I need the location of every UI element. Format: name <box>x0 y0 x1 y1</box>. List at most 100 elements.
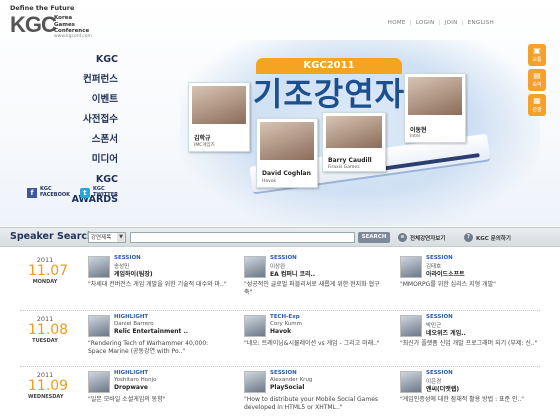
speaker-name: Daniel Barrero <box>114 321 154 327</box>
keynote-banner[interactable]: KGC2011 기조강연자 <box>250 58 408 116</box>
top-nav: HOME | LOGIN | JOIN | ENGLISH <box>388 20 494 26</box>
session-title: "최신가 플랫폼 신입 개발 프로그래머 되기 (부제: 신.." <box>400 340 538 347</box>
session-card[interactable]: HIGHLIGHT Yoshitaro Honjo Dropwave "일본 모… <box>88 369 228 420</box>
hero-section: Define the Future KGC Korea Games Confer… <box>0 0 560 226</box>
session-title: "How to distribute your Mobile Social Ga… <box>244 396 379 411</box>
avatar <box>400 371 422 393</box>
speaker-search-bar: Speaker Search 강연제목 ▼ SEARCH ≡ 전체강연자보기 ?… <box>0 227 560 247</box>
nav-separator: | <box>438 20 441 26</box>
logo-mark: KGC <box>10 12 57 37</box>
speaker-photo <box>326 116 382 149</box>
avatar <box>244 256 266 278</box>
session-tag: HIGHLIGHT <box>114 314 149 320</box>
session-tag: SESSION <box>270 370 297 376</box>
speaker-photo <box>260 122 314 161</box>
session-card[interactable]: SESSION Alexander Krug PlaySocial "How t… <box>244 369 384 420</box>
logo-url: www.kgconf.com <box>54 34 92 39</box>
session-title: "MMORPG를 위한 심리스 지형 개발" <box>400 281 496 288</box>
speaker-photo <box>192 86 246 125</box>
session-title: "성공적인 글로벌 퍼블리셔로 새롭게 위한 현지화 협구축" <box>244 281 380 296</box>
date-box: 2011 11.09 WEDNESDAY <box>28 371 69 400</box>
search-button[interactable]: SEARCH <box>358 232 390 243</box>
twitter-link[interactable]: t KGC TWITTER <box>79 186 118 198</box>
banner-title: 기조강연자 <box>252 75 406 113</box>
social-links: f KGC FACEBOOK t KGC TWITTER <box>27 186 118 198</box>
speaker-name: Yoshitaro Honjo <box>114 377 157 383</box>
session-tag: HIGHLIGHT <box>114 370 149 376</box>
menu-item-registration[interactable]: 사전접수 <box>50 110 118 130</box>
session-tag: SESSION <box>426 255 453 261</box>
logo-lines: Korea Games Conference <box>54 15 90 35</box>
twitter-icon: t <box>79 187 90 198</box>
speaker-name: Alexander Krug <box>270 377 313 383</box>
divider <box>20 310 540 311</box>
nav-home[interactable]: HOME <box>388 20 406 26</box>
car-icon: ▣ <box>533 46 541 55</box>
session-card[interactable]: SESSION 이상완 EA 컴퍼니 코리.. "성공적인 글로벌 퍼블리셔로 … <box>244 254 384 306</box>
nav-join[interactable]: JOIN <box>445 20 458 26</box>
search-field-select[interactable]: 강연제목 ▼ <box>88 232 126 243</box>
menu-item-sponsor[interactable]: 스폰서 <box>50 130 118 150</box>
search-input[interactable] <box>130 232 355 243</box>
contact-link[interactable]: ? KGC 문의하기 <box>464 233 511 242</box>
banner-tab: KGC2011 <box>256 58 402 74</box>
speaker-company: Relic Entertainment .. <box>114 328 189 335</box>
keynote-photo[interactable]: 김학규 IMC게임즈 <box>188 82 250 152</box>
avatar <box>400 256 422 278</box>
speaker-photo <box>408 77 462 116</box>
kgc-logo[interactable]: KGC Korea Games Conference www.kgconf.co… <box>10 12 130 42</box>
menu-item-kgc[interactable]: KGC <box>50 50 118 70</box>
main-menu: KGC 컨퍼런스 이벤트 사전접수 스폰서 미디어 KGC AWARDS <box>50 50 118 205</box>
speaker-company: Havok <box>270 328 292 335</box>
nav-separator: | <box>409 20 412 26</box>
keynote-photo[interactable]: David Coghlan Havok <box>256 118 318 188</box>
session-tag: SESSION <box>114 255 141 261</box>
session-title: "게임인증성에 대한 잠재적 활용 방법 : 표준 인.." <box>400 396 525 403</box>
quick-transport-button[interactable]: ▣ 교통 <box>528 44 546 66</box>
menu-item-conference[interactable]: 컨퍼런스 <box>50 70 118 90</box>
day-row: 2011 11.08 TUESDAY HIGHLIGHT Daniel Barr… <box>0 313 560 368</box>
avatar <box>88 315 110 337</box>
session-card[interactable]: SESSION 김태호 아라이드소프트 "MMORPG를 위한 심리스 지형 개… <box>400 254 540 306</box>
facebook-icon: f <box>27 187 37 198</box>
speaker-search-title: Speaker Search <box>10 231 94 242</box>
session-title: "네오: 트레이닝&시뮬레이션 vs 게임 - 그리고 미래.." <box>244 340 380 347</box>
session-card[interactable]: SESSION 송성민 게임하이(팀장) "차세대 컨버전스 게임 개발을 위한… <box>88 254 228 306</box>
avatar <box>88 256 110 278</box>
chevron-down-icon: ▼ <box>117 233 125 242</box>
session-card[interactable]: SESSION 이은경 엔씨(더맷랩) "게임인증성에 대한 잠재적 활용 방법… <box>400 369 540 420</box>
menu-item-media[interactable]: 미디어 <box>50 150 118 170</box>
quick-lodging-button[interactable]: ▤ 숙박 <box>528 69 546 91</box>
nav-login[interactable]: LOGIN <box>416 20 435 26</box>
nav-separator: | <box>461 20 464 26</box>
session-card[interactable]: SESSION 박민근 네오위즈 게임.. "최신가 플랫폼 신입 개발 프로그… <box>400 313 540 365</box>
session-title: "차세대 컨버전스 게임 개발을 위한 기술적 대수와 마.." <box>88 281 227 288</box>
session-card[interactable]: TECH-Exp Cory Kumm Havok "네오: 트레이닝&시뮬레이션… <box>244 313 384 365</box>
avatar <box>244 371 266 393</box>
quick-tour-button[interactable]: ▦ 관광 <box>528 94 546 116</box>
avatar <box>88 371 110 393</box>
session-tag: TECH-Exp <box>270 314 300 320</box>
session-title: "일본 모바일 소셜게임의 동향" <box>88 396 166 403</box>
keynote-photo[interactable]: 이동현 Intel <box>404 73 466 143</box>
keynote-photo[interactable]: Barry Caudill Firaxis Games <box>322 112 386 172</box>
nav-english[interactable]: ENGLISH <box>468 20 494 26</box>
menu-item-event[interactable]: 이벤트 <box>50 90 118 110</box>
session-tag: SESSION <box>426 370 453 376</box>
speaker-company: PlaySocial <box>270 384 305 391</box>
day-row: 2011 11.07 MONDAY SESSION 송성민 게임하이(팀장) "… <box>0 254 560 309</box>
speaker-company: Dropwave <box>114 384 148 391</box>
avatar <box>400 315 422 337</box>
divider <box>20 366 540 367</box>
all-speakers-link[interactable]: ≡ 전체강연자보기 <box>398 233 445 242</box>
session-tag: SESSION <box>426 314 453 320</box>
bed-icon: ▤ <box>533 71 541 80</box>
quick-menu: ▣ 교통 ▤ 숙박 ▦ 관광 <box>528 44 548 119</box>
facebook-link[interactable]: f KGC FACEBOOK <box>27 186 70 198</box>
avatar <box>244 315 266 337</box>
speaker-company: EA 컴퍼니 코리.. <box>270 271 316 278</box>
date-box: 2011 11.08 TUESDAY <box>28 315 69 344</box>
speaker-company: 게임하이(팀장) <box>114 271 153 278</box>
speaker-name: Cory Kumm <box>270 321 303 327</box>
session-card[interactable]: HIGHLIGHT Daniel Barrero Relic Entertain… <box>88 313 228 365</box>
